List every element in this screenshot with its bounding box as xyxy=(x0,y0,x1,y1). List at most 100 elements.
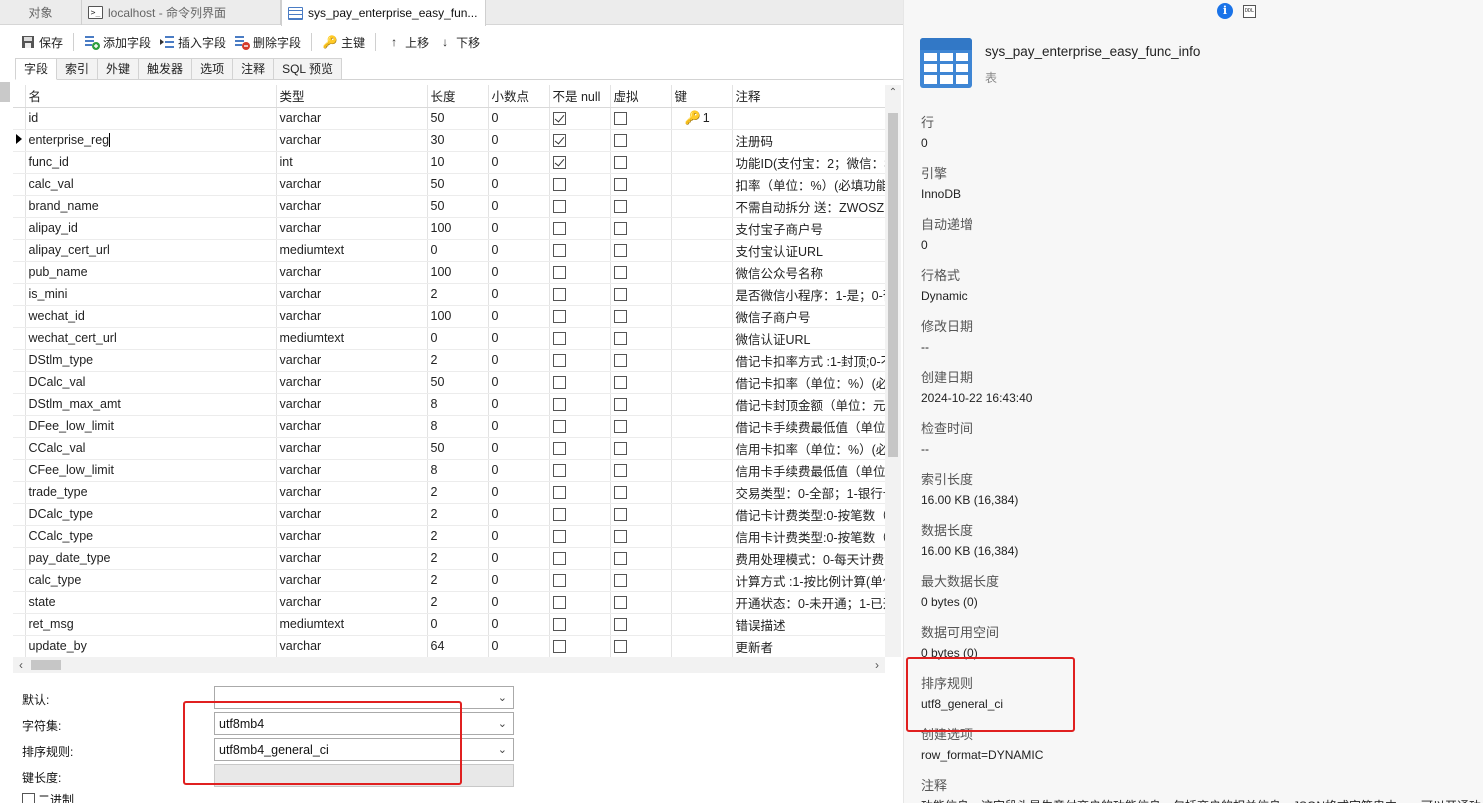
field-name-cell[interactable]: CCalc_val xyxy=(25,437,277,460)
field-key-cell[interactable] xyxy=(671,173,733,196)
field-type-cell[interactable]: varchar xyxy=(276,635,428,657)
field-length-cell[interactable]: 2 xyxy=(427,283,489,306)
table-row[interactable]: trade_type varchar 2 0 交易类型：0-全部；1-银行卡 xyxy=(13,481,885,504)
tab-table-design[interactable]: sys_pay_enterprise_easy_fun... xyxy=(281,0,486,26)
field-comment-cell[interactable]: 是否微信小程序：1-是；0-否 xyxy=(732,283,885,306)
field-virtual-cell[interactable] xyxy=(610,173,672,196)
field-name-cell[interactable]: DCalc_type xyxy=(25,503,277,526)
field-decimal-cell[interactable]: 0 xyxy=(488,525,550,548)
field-comment-cell[interactable]: 注册码 xyxy=(732,129,885,152)
col-header-comment[interactable]: 注释 xyxy=(732,85,885,108)
field-key-cell[interactable] xyxy=(671,569,733,592)
not-null-checkbox[interactable] xyxy=(552,134,566,148)
field-comment-cell[interactable]: 更新者 xyxy=(732,635,885,657)
info-icon[interactable]: i xyxy=(1217,3,1233,19)
field-comment-cell[interactable]: 借记卡封顶金额（单位：元） xyxy=(732,393,885,416)
virtual-checkbox[interactable] xyxy=(613,618,627,632)
field-comment-cell[interactable]: 借记卡计费类型:0-按笔数（ xyxy=(732,503,885,526)
col-header-not-null[interactable]: 不是 null xyxy=(549,85,611,108)
field-length-cell[interactable]: 50 xyxy=(427,195,489,218)
field-key-cell[interactable] xyxy=(671,327,733,350)
col-header-key[interactable]: 键 xyxy=(671,85,733,108)
subtab-sql-preview[interactable]: SQL 预览 xyxy=(274,58,342,80)
field-comment-cell[interactable]: 扣率（单位：%）(必填功能 xyxy=(732,173,885,196)
field-type-cell[interactable]: mediumtext xyxy=(276,613,428,636)
field-key-cell[interactable] xyxy=(671,261,733,284)
virtual-checkbox[interactable] xyxy=(613,354,627,368)
field-virtual-cell[interactable] xyxy=(610,305,672,328)
virtual-checkbox[interactable] xyxy=(613,398,627,412)
charset-select[interactable]: utf8mb4 ⌄ xyxy=(214,712,514,735)
field-comment-cell[interactable]: 信用卡手续费最低值（单位： xyxy=(732,459,885,482)
field-key-cell[interactable]: 🔑 1 xyxy=(671,107,733,130)
field-not-null-cell[interactable] xyxy=(549,393,611,416)
field-not-null-cell[interactable] xyxy=(549,547,611,570)
not-null-checkbox[interactable] xyxy=(552,574,566,588)
not-null-checkbox[interactable] xyxy=(552,398,566,412)
not-null-checkbox[interactable] xyxy=(552,486,566,500)
field-not-null-cell[interactable] xyxy=(549,217,611,240)
not-null-checkbox[interactable] xyxy=(552,310,566,324)
field-decimal-cell[interactable]: 0 xyxy=(488,349,550,372)
scroll-thumb[interactable] xyxy=(888,113,898,457)
field-not-null-cell[interactable] xyxy=(549,349,611,372)
field-decimal-cell[interactable]: 0 xyxy=(488,503,550,526)
field-comment-cell[interactable]: 借记卡扣率（单位：%）(必 xyxy=(732,371,885,394)
field-key-cell[interactable] xyxy=(671,613,733,636)
table-row[interactable]: pub_name varchar 100 0 微信公众号名称 xyxy=(13,261,885,284)
not-null-checkbox[interactable] xyxy=(552,354,566,368)
table-row[interactable]: enterprise_reg varchar 30 0 注册码 xyxy=(13,129,885,152)
field-not-null-cell[interactable] xyxy=(549,327,611,350)
key-length-input[interactable] xyxy=(214,764,514,787)
field-length-cell[interactable]: 2 xyxy=(427,547,489,570)
table-row[interactable]: DFee_low_limit varchar 8 0 借记卡手续费最低值（单位： xyxy=(13,415,885,438)
field-key-cell[interactable] xyxy=(671,195,733,218)
field-length-cell[interactable]: 0 xyxy=(427,327,489,350)
field-comment-cell[interactable]: 借记卡手续费最低值（单位： xyxy=(732,415,885,438)
col-header-length[interactable]: 长度 xyxy=(427,85,489,108)
virtual-checkbox[interactable] xyxy=(613,134,627,148)
field-length-cell[interactable]: 2 xyxy=(427,481,489,504)
not-null-checkbox[interactable] xyxy=(552,420,566,434)
field-not-null-cell[interactable] xyxy=(549,459,611,482)
not-null-checkbox[interactable] xyxy=(552,508,566,522)
field-length-cell[interactable]: 8 xyxy=(427,415,489,438)
not-null-checkbox[interactable] xyxy=(552,464,566,478)
field-comment-cell[interactable]: 借记卡扣率方式 :1-封顶;0-不 xyxy=(732,349,885,372)
not-null-checkbox[interactable] xyxy=(552,596,566,610)
field-key-cell[interactable] xyxy=(671,129,733,152)
field-comment-cell[interactable]: 交易类型：0-全部；1-银行卡 xyxy=(732,481,885,504)
field-length-cell[interactable]: 100 xyxy=(427,305,489,328)
field-not-null-cell[interactable] xyxy=(549,173,611,196)
field-virtual-cell[interactable] xyxy=(610,261,672,284)
field-length-cell[interactable]: 0 xyxy=(427,613,489,636)
field-not-null-cell[interactable] xyxy=(549,503,611,526)
field-length-cell[interactable]: 50 xyxy=(427,437,489,460)
field-not-null-cell[interactable] xyxy=(549,261,611,284)
field-decimal-cell[interactable]: 0 xyxy=(488,481,550,504)
field-type-cell[interactable]: varchar xyxy=(276,525,428,548)
table-row[interactable]: alipay_id varchar 100 0 支付宝子商户号 xyxy=(13,217,885,240)
virtual-checkbox[interactable] xyxy=(613,376,627,390)
field-name-cell[interactable]: id xyxy=(25,107,277,130)
move-down-button[interactable]: ↓ 下移 xyxy=(433,30,484,54)
not-null-checkbox[interactable] xyxy=(552,112,566,126)
field-key-cell[interactable] xyxy=(671,393,733,416)
virtual-checkbox[interactable] xyxy=(613,530,627,544)
subtab-fields[interactable]: 字段 xyxy=(15,58,58,80)
virtual-checkbox[interactable] xyxy=(613,442,627,456)
delete-field-button[interactable]: 删除字段 xyxy=(230,30,305,54)
field-type-cell[interactable]: mediumtext xyxy=(276,239,428,262)
field-length-cell[interactable]: 2 xyxy=(427,349,489,372)
field-decimal-cell[interactable]: 0 xyxy=(488,459,550,482)
subtab-options[interactable]: 选项 xyxy=(192,58,234,80)
field-name-cell[interactable]: CFee_low_limit xyxy=(25,459,277,482)
virtual-checkbox[interactable] xyxy=(613,552,627,566)
not-null-checkbox[interactable] xyxy=(552,376,566,390)
field-length-cell[interactable]: 100 xyxy=(427,217,489,240)
virtual-checkbox[interactable] xyxy=(613,332,627,346)
virtual-checkbox[interactable] xyxy=(613,640,627,654)
field-name-cell[interactable]: alipay_cert_url xyxy=(25,239,277,262)
field-comment-cell[interactable]: 费用处理模式：0-每天计费； xyxy=(732,547,885,570)
field-not-null-cell[interactable] xyxy=(549,525,611,548)
